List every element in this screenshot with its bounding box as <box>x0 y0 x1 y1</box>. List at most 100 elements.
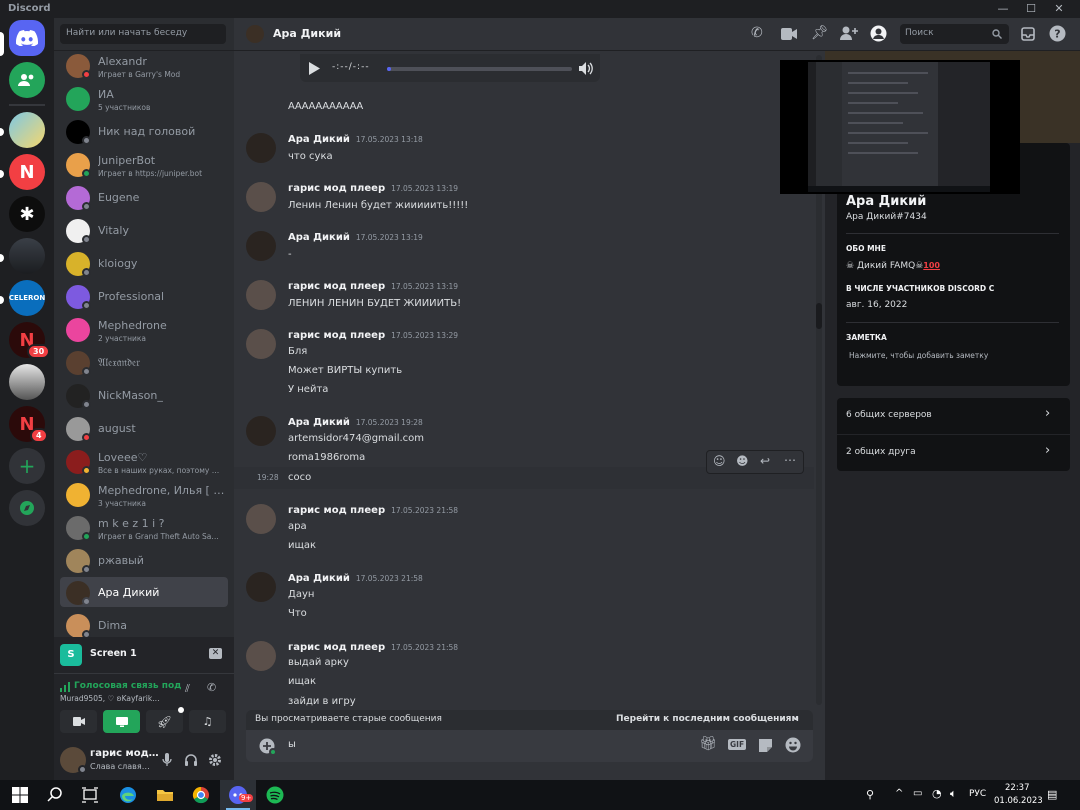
avatar[interactable] <box>246 280 276 310</box>
scrollbar-thumb[interactable] <box>816 303 822 329</box>
volume-icon[interactable] <box>579 62 593 75</box>
add-server-icon[interactable]: + <box>9 448 45 484</box>
clock-date[interactable]: 01.06.2023 <box>994 796 1043 806</box>
file-explorer-icon[interactable] <box>155 785 175 805</box>
note-input[interactable]: Нажмите, чтобы добавить заметку <box>849 351 988 360</box>
sticker-icon[interactable] <box>758 738 773 753</box>
search-icon[interactable] <box>45 785 65 805</box>
user-profile-icon[interactable] <box>870 25 887 42</box>
language-indicator[interactable]: РУС <box>969 789 986 799</box>
avatar[interactable] <box>246 572 276 602</box>
soundboard-button[interactable]: ♫ <box>189 710 226 733</box>
message-author[interactable]: гарис мод плеер <box>288 281 385 292</box>
stop-stream-icon[interactable]: ✕ <box>209 648 222 659</box>
battery-icon[interactable]: ▭ <box>913 788 922 799</box>
dm-item-selected[interactable]: Ара Дикий <box>60 577 228 607</box>
dm-item[interactable]: Dima <box>60 610 228 640</box>
explore-icon[interactable] <box>9 490 45 526</box>
network-icon[interactable]: ◔ <box>932 787 942 800</box>
avatar[interactable] <box>246 504 276 534</box>
message-author[interactable]: гарис мод плеер <box>288 642 385 653</box>
avatar[interactable] <box>246 182 276 212</box>
server-dog-icon[interactable] <box>9 364 45 400</box>
jump-to-present-button[interactable]: Перейти к последним сообщениям <box>616 714 799 724</box>
server-icon[interactable] <box>9 238 45 274</box>
add-reaction-icon[interactable]: ☺ <box>713 454 726 468</box>
dm-item[interactable]: ИА 5 участников <box>60 83 228 113</box>
people-icon[interactable]: ⚲ <box>866 788 874 801</box>
microphone-icon[interactable] <box>162 753 172 767</box>
clock-time[interactable]: 22:37 <box>1005 783 1030 793</box>
dm-item[interactable]: m k e z 1 i ? Играет в Grand Theft Auto … <box>60 512 228 542</box>
header-search-input[interactable]: Поиск <box>900 24 1009 44</box>
discord-taskbar-button[interactable]: 9+ <box>220 780 256 810</box>
maximize-button[interactable]: ☐ <box>1018 1 1044 17</box>
message-composer[interactable]: ы 🎁︎ GIF <box>246 730 813 762</box>
dm-item[interactable]: JuniperBot Играет в https://juniper.bot <box>60 149 228 179</box>
gear-icon[interactable] <box>208 753 222 767</box>
server-spider-icon[interactable]: ✱ <box>9 196 45 232</box>
disconnect-icon[interactable]: ✆ <box>207 681 216 694</box>
activity-button[interactable]: 🚀︎ <box>146 710 183 733</box>
tray-chevron-icon[interactable]: ^ <box>895 788 903 799</box>
dm-item[interactable]: Professional <box>60 281 228 311</box>
play-icon[interactable] <box>308 62 320 75</box>
audio-progress[interactable] <box>387 67 572 71</box>
server-celeron-icon[interactable]: CELERON <box>9 280 45 316</box>
reply-icon[interactable]: ↩ <box>760 454 770 468</box>
dm-search-input[interactable]: Найти или начать беседу <box>60 24 226 44</box>
more-icon[interactable]: ⋯ <box>784 453 796 467</box>
mutual-friends-button[interactable]: 2 общих друга › <box>837 435 1070 471</box>
super-reaction-icon[interactable]: ☻ <box>736 454 749 468</box>
dm-item[interactable]: 𝔄𝔩𝔢𝔵𝔞𝔫𝔡𝔢𝔯 <box>60 347 228 377</box>
dm-item[interactable]: Eugene <box>60 182 228 212</box>
message-author[interactable]: гарис мод плеер <box>288 183 385 194</box>
home-button[interactable] <box>9 20 45 56</box>
notifications-icon[interactable]: ▤ <box>1047 788 1057 801</box>
minimize-button[interactable]: — <box>990 1 1016 17</box>
avatar[interactable] <box>246 329 276 359</box>
dm-item[interactable]: ржавый <box>60 545 228 575</box>
dm-item[interactable]: Mephedrone, Илья [ … 3 участника <box>60 479 228 509</box>
dm-item[interactable]: Loveee♡ Все в наших руках, поэтому … <box>60 446 228 476</box>
pin-icon[interactable]: 📌︎ <box>811 25 829 41</box>
voice-status[interactable]: Голосовая связь под <box>74 681 181 691</box>
mutual-servers-button[interactable]: 6 общих серверов › <box>837 398 1070 434</box>
camera-button[interactable] <box>60 710 97 733</box>
help-icon[interactable]: ? <box>1049 25 1066 42</box>
inbox-icon[interactable] <box>1021 27 1035 41</box>
chrome-icon[interactable] <box>191 785 211 805</box>
composer-input[interactable]: ы <box>288 739 296 750</box>
message-author[interactable]: гарис мод плеер <box>288 505 385 516</box>
dm-item[interactable]: kloiogy <box>60 248 228 278</box>
gift-icon[interactable]: 🎁︎ <box>699 736 717 752</box>
message-author[interactable]: Ара Дикий <box>288 232 350 243</box>
old-messages-bar[interactable]: Вы просматриваете старые сообщения Перей… <box>246 710 813 730</box>
message-author[interactable]: гарис мод плеер <box>288 330 385 341</box>
voice-call-icon[interactable]: ✆ <box>751 25 763 41</box>
dm-item[interactable]: Ник над головой <box>60 116 228 146</box>
task-view-icon[interactable] <box>80 785 100 805</box>
server-icon[interactable] <box>9 112 45 148</box>
avatar[interactable] <box>246 416 276 446</box>
dm-item[interactable]: august <box>60 413 228 443</box>
dm-item[interactable]: Alexandr Играет в Garry's Mod <box>60 50 228 80</box>
friends-icon[interactable] <box>9 62 45 98</box>
message-author[interactable]: Ара Дикий <box>288 573 350 584</box>
headphones-icon[interactable] <box>184 753 198 767</box>
volume-icon[interactable]: 🔈︎ <box>950 787 957 801</box>
video-call-icon[interactable] <box>781 28 797 40</box>
stream-preview[interactable] <box>780 60 1020 194</box>
server-netflix-icon[interactable]: N <box>9 154 45 190</box>
emoji-icon[interactable] <box>785 737 801 753</box>
screen-share-button[interactable] <box>103 710 140 733</box>
close-window-button[interactable]: ✕ <box>1046 1 1072 17</box>
message-author[interactable]: Ара Дикий <box>288 134 350 145</box>
avatar[interactable] <box>246 133 276 163</box>
avatar[interactable] <box>246 641 276 671</box>
avatar[interactable] <box>246 231 276 261</box>
add-friend-icon[interactable] <box>840 26 858 41</box>
message-author[interactable]: Ара Дикий <box>288 417 350 428</box>
spotify-icon[interactable] <box>265 785 285 805</box>
dm-item[interactable]: Vitaly <box>60 215 228 245</box>
